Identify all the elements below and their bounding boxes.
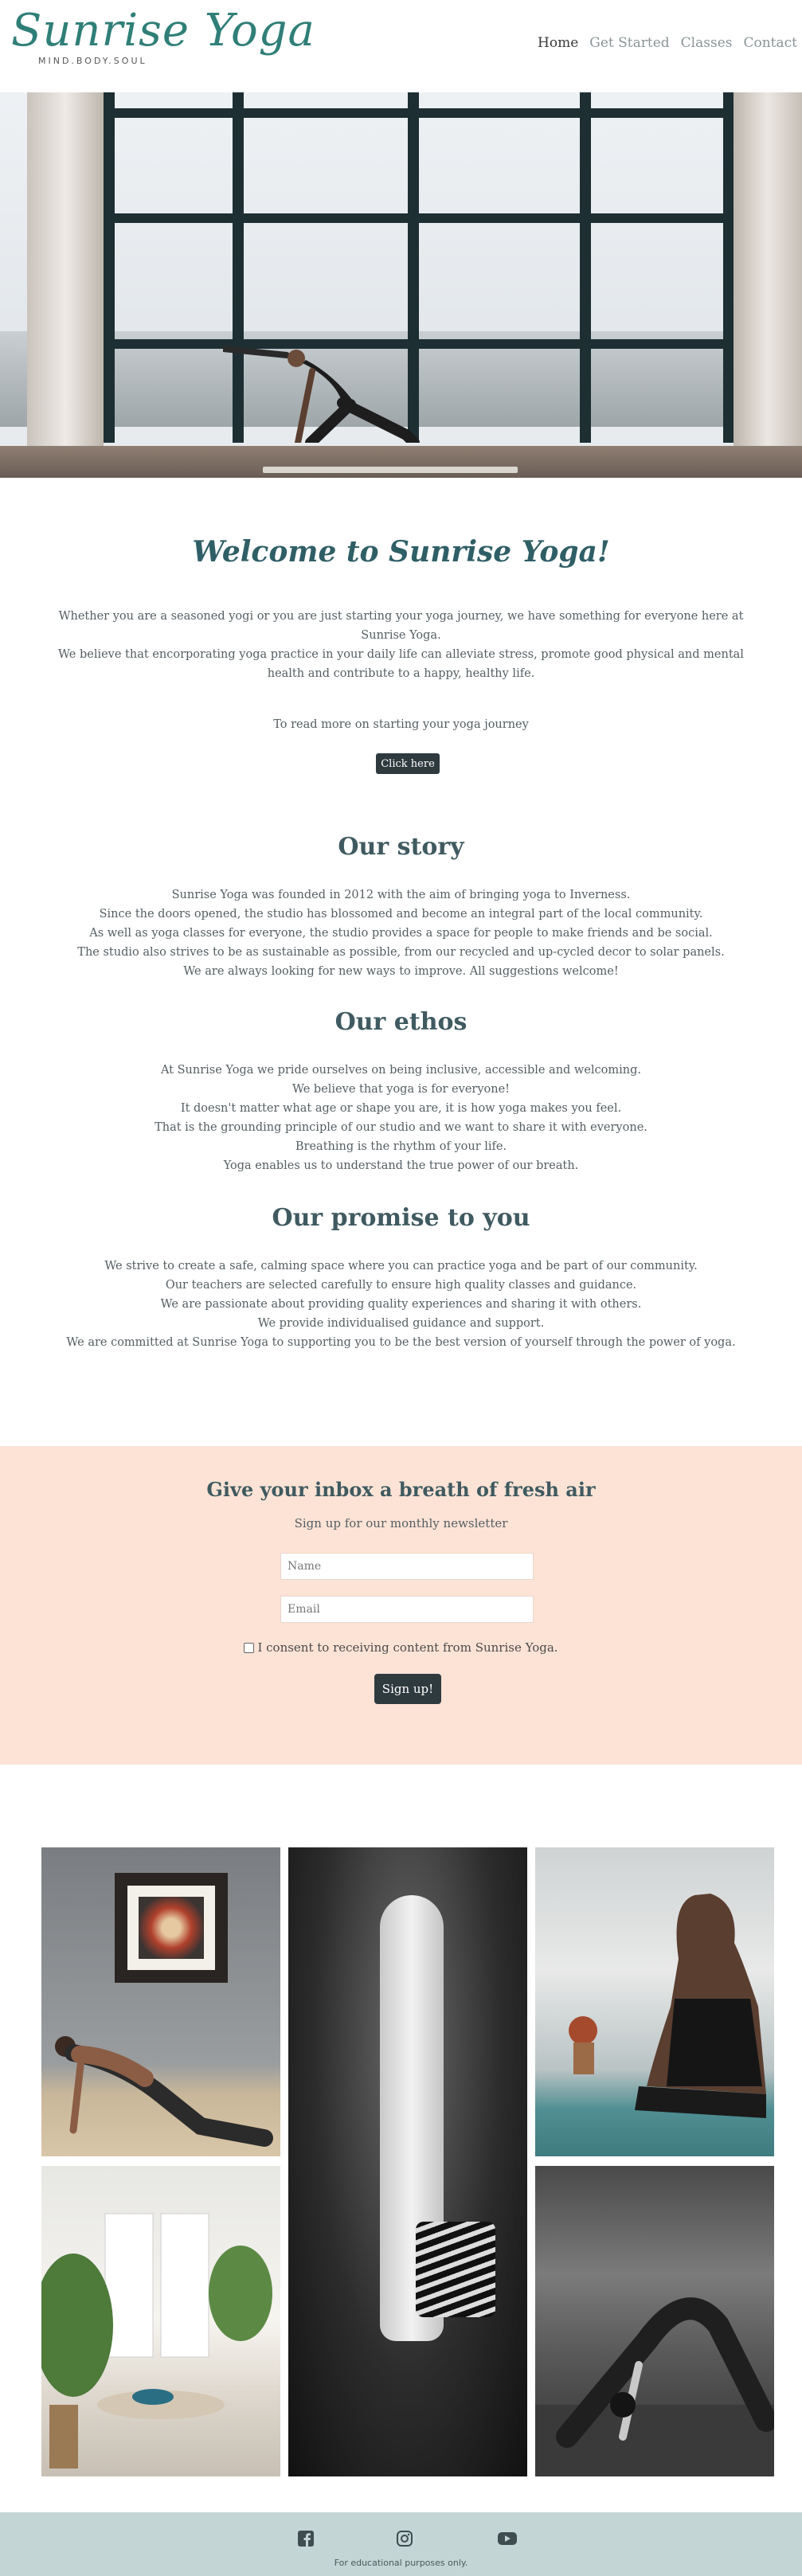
nav-home[interactable]: Home [538, 35, 578, 51]
story-title: Our story [338, 833, 464, 861]
welcome-line: We believe that encorporating yoga pract… [58, 648, 744, 680]
ethos-line: That is the grounding principle of our s… [155, 1121, 647, 1134]
email-input[interactable] [280, 1596, 534, 1623]
newsletter-section: Give your inbox a breath of fresh air Si… [0, 1446, 802, 1765]
facebook-icon[interactable] [295, 2528, 316, 2549]
promise-line: We provide individualised guidance and s… [257, 1317, 545, 1330]
ethos-line: We believe that yoga is for everyone! [292, 1083, 510, 1096]
nav-get-started[interactable]: Get Started [589, 35, 669, 51]
studio-scene [41, 2213, 272, 2469]
instagram-icon[interactable] [394, 2528, 415, 2549]
story-text: Sunrise Yoga was founded in 2012 with th… [48, 885, 754, 981]
ethos-title: Our ethos [334, 1008, 468, 1036]
name-input[interactable] [280, 1553, 534, 1580]
logo[interactable]: Sunrise Yoga [11, 5, 315, 57]
window-frame [104, 92, 115, 443]
gallery-photo-meditation [535, 1847, 774, 2156]
promise-line: Our teachers are selected carefully to e… [165, 1279, 637, 1292]
welcome-title: Welcome to Sunrise Yoga! [192, 535, 610, 569]
bracelets [416, 2222, 495, 2317]
story-line: Sunrise Yoga was founded in 2012 with th… [171, 889, 631, 901]
nav-classes[interactable]: Classes [681, 35, 733, 51]
yogi-figure [223, 346, 420, 443]
window-frame [104, 213, 734, 223]
story-line: The studio also strives to be as sustain… [77, 946, 725, 959]
newsletter-title: Give your inbox a breath of fresh air [206, 1478, 596, 1501]
window-frame [723, 92, 734, 443]
window-frame [580, 92, 591, 443]
yoga-mat [263, 467, 518, 473]
hero-pillar [27, 92, 104, 451]
promise-line: We are passionate about providing qualit… [160, 1298, 642, 1311]
ethos-text: At Sunrise Yoga we pride ourselves on be… [48, 1061, 754, 1175]
promise-title: Our promise to you [272, 1204, 530, 1232]
ethos-line: Yoga enables us to understand the true p… [223, 1159, 579, 1172]
wall-art-mat [127, 1886, 215, 1970]
gallery-photo-downward-dog [535, 2166, 774, 2476]
wall-art [115, 1873, 228, 1983]
youtube-icon[interactable] [497, 2528, 518, 2549]
newsletter-subtitle: Sign up for our monthly newsletter [294, 1516, 508, 1530]
nav-contact[interactable]: Contact [743, 35, 797, 51]
story-line: Since the doors opened, the studio has b… [99, 908, 703, 921]
downdog-figure [535, 2297, 774, 2476]
wall-art-print [139, 1897, 204, 1959]
yogi-figure [55, 2036, 273, 2147]
hero-floor [0, 446, 802, 478]
gallery-photo-side-plank [41, 1847, 280, 2156]
ethos-line: Breathing is the rhythm of your life. [295, 1140, 507, 1153]
story-line: As well as yoga classes for everyone, th… [89, 927, 713, 940]
hero-pillar [734, 92, 802, 451]
gallery-photo-prayer-hands [288, 1847, 527, 2476]
hero-image [0, 92, 802, 478]
promise-text: We strive to create a safe, calming spac… [48, 1257, 754, 1352]
welcome-line: Whether you are a seasoned yogi or you a… [58, 610, 744, 642]
ethos-line: At Sunrise Yoga we pride ourselves on be… [160, 1064, 642, 1077]
gallery-photo-studio [41, 2166, 280, 2476]
main-nav: Home Get Started Classes Contact [538, 35, 797, 51]
consent-row: I consent to receiving content from Sunr… [0, 1640, 802, 1655]
ethos-line: It doesn't matter what age or shape you … [180, 1102, 622, 1115]
logo-tagline: MIND.BODY.SOUL [38, 56, 147, 66]
site-header: Sunrise Yoga MIND.BODY.SOUL Home Get Sta… [0, 0, 802, 92]
site-footer: For educational purposes only. [0, 2512, 802, 2576]
meditator-figure [569, 1894, 766, 2118]
footer-note: For educational purposes only. [334, 2558, 468, 2568]
window-frame [104, 108, 734, 118]
cta-text: To read more on starting your yoga journ… [273, 718, 529, 731]
promise-line: We strive to create a safe, calming spac… [104, 1260, 698, 1272]
consent-checkbox[interactable] [244, 1642, 255, 1653]
promise-line: We are committed at Sunrise Yoga to supp… [66, 1336, 736, 1349]
consent-label: I consent to receiving content from Sunr… [257, 1640, 558, 1655]
click-here-button[interactable]: Click here [376, 753, 440, 774]
story-line: We are always looking for new ways to im… [183, 965, 619, 978]
welcome-text: Whether you are a seasoned yogi or you a… [48, 607, 754, 683]
sign-up-button[interactable]: Sign up! [374, 1674, 441, 1704]
